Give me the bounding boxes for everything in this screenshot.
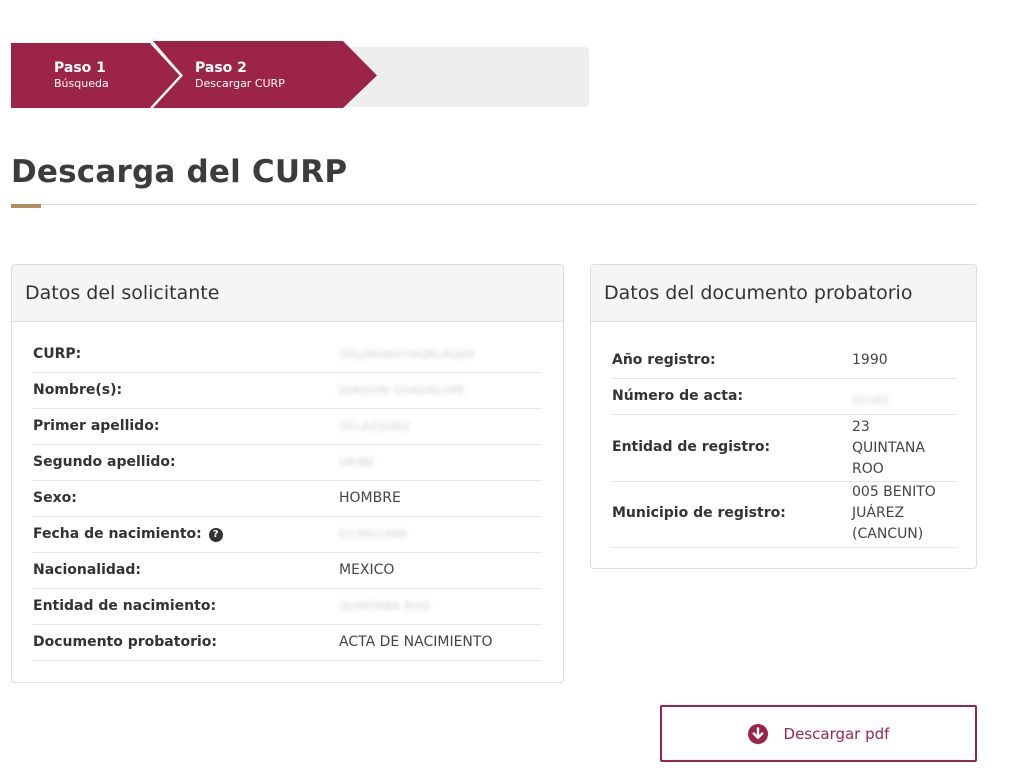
title-divider <box>11 204 977 205</box>
row-anio-registro: Año registro: 1990 <box>611 343 956 379</box>
step-2: Paso 2 Descargar CURP <box>195 59 285 91</box>
row-entidad-nacimiento: Entidad de nacimiento: QUINTANA ROO <box>32 589 542 625</box>
step-1-title: Paso 1 <box>54 60 106 76</box>
value-line: QUINTANA <box>852 440 925 456</box>
row-value-multiline: 23 QUINTANA ROO <box>852 417 925 480</box>
step-2-subtitle: Descargar CURP <box>195 77 285 90</box>
row-entidad-registro: Entidad de registro: 23 QUINTANA ROO <box>611 415 956 482</box>
row-documento-probatorio: Documento probatorio: ACTA DE NACIMIENTO <box>32 625 542 661</box>
row-label: Sexo: <box>33 490 77 506</box>
row-label: Entidad de nacimiento: <box>33 598 217 614</box>
row-label: Primer apellido: <box>33 418 160 434</box>
arrow-down-circle-icon <box>747 723 768 744</box>
row-value: HOMBRE <box>339 490 401 506</box>
row-label: Municipio de registro: <box>612 505 786 521</box>
row-sexo: Sexo: HOMBRE <box>32 481 542 517</box>
step-1[interactable]: Paso 1 Búsqueda <box>54 59 109 91</box>
value-line: 005 BENITO <box>852 484 936 500</box>
row-label: Nombre(s): <box>33 382 123 398</box>
download-pdf-label: Descargar pdf <box>783 724 890 743</box>
row-value: 02165 <box>852 394 890 407</box>
row-primer-apellido: Primer apellido: VELAZQUEZ <box>32 409 542 445</box>
row-numero-acta: Número de acta: 02165 <box>611 379 956 415</box>
row-label: Fecha de nacimiento: <box>33 526 202 542</box>
row-value: JOAQUIN GUADALUPE <box>339 384 466 397</box>
row-fecha-nacimiento: Fecha de nacimiento: ? 07/06/1990 <box>32 517 542 553</box>
page-title: Descarga del CURP <box>11 154 348 190</box>
row-value: 1990 <box>852 352 888 368</box>
value-line: ROO <box>852 461 884 477</box>
row-value: QUINTANA ROO <box>339 600 431 613</box>
title-accent-bar <box>11 204 41 208</box>
question-circle-icon[interactable]: ? <box>208 528 223 542</box>
row-label: Entidad de registro: <box>612 439 771 455</box>
row-label: CURP: <box>33 346 82 362</box>
value-line: 23 <box>852 419 870 435</box>
step-1-subtitle: Búsqueda <box>54 77 109 90</box>
document-panel-header: Datos del documento probatorio <box>591 265 976 322</box>
row-label: Nacionalidad: <box>33 562 141 578</box>
step-2-title: Paso 2 <box>195 60 247 76</box>
row-value: URIBE <box>339 456 375 469</box>
row-label: Documento probatorio: <box>33 634 217 650</box>
row-value: 07/06/1990 <box>339 528 408 541</box>
row-segundo-apellido: Segundo apellido: URIBE <box>32 445 542 481</box>
download-pdf-button[interactable]: Descargar pdf <box>660 705 977 762</box>
applicant-panel: Datos del solicitante CURP: VELJ900607HQ… <box>11 264 564 683</box>
row-label-with-help: Fecha de nacimiento: ? <box>33 526 223 542</box>
row-label: Número de acta: <box>612 388 744 404</box>
applicant-panel-header: Datos del solicitante <box>12 265 563 322</box>
value-line: (CANCUN) <box>852 526 924 542</box>
progress-stepper: Paso 1 Búsqueda Paso 2 Descargar CURP <box>11 41 589 108</box>
row-value: VELAZQUEZ <box>339 420 411 433</box>
row-municipio-registro: Municipio de registro: 005 BENITO JUÁREZ… <box>611 482 956 548</box>
row-value-multiline: 005 BENITO JUÁREZ (CANCUN) <box>852 482 936 545</box>
document-panel: Datos del documento probatorio Año regis… <box>590 264 977 569</box>
row-nacionalidad: Nacionalidad: MEXICO <box>32 553 542 589</box>
row-value: VELJ900607HQRLRQ09 <box>339 348 475 361</box>
row-label: Año registro: <box>612 352 716 368</box>
row-nombre: Nombre(s): JOAQUIN GUADALUPE <box>32 373 542 409</box>
row-value: ACTA DE NACIMIENTO <box>339 634 493 650</box>
value-line: JUÁREZ <box>852 505 905 521</box>
row-label: Segundo apellido: <box>33 454 176 470</box>
row-curp: CURP: VELJ900607HQRLRQ09 <box>32 337 542 373</box>
row-value: MEXICO <box>339 562 395 578</box>
